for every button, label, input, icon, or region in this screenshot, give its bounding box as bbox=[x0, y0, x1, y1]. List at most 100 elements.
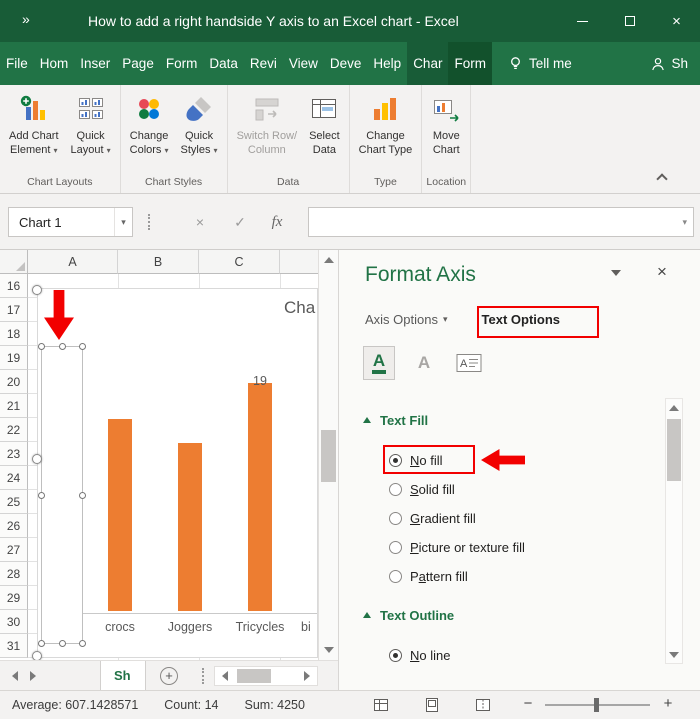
ribbon-button-select-data[interactable]: Select Data bbox=[303, 87, 346, 174]
pane-scroll-down-button[interactable] bbox=[666, 646, 682, 663]
row-header-27[interactable]: 27 bbox=[0, 538, 28, 562]
pane-options-chevron-icon[interactable] bbox=[611, 270, 621, 294]
ribbon-button-switch-row-column[interactable]: Switch Row/Column bbox=[231, 87, 304, 174]
name-box-dropdown-icon[interactable]: ▾ bbox=[114, 208, 132, 236]
minimize-button[interactable] bbox=[559, 0, 606, 42]
pane-close-button[interactable]: × bbox=[657, 262, 667, 282]
radio-gradient-fill[interactable]: Gradient fill bbox=[363, 504, 663, 533]
active-sheet-tab[interactable]: Sh bbox=[100, 661, 146, 690]
ribbon-tab-help[interactable]: Help bbox=[367, 42, 407, 85]
scroll-right-button[interactable] bbox=[297, 667, 317, 685]
scroll-left-button[interactable] bbox=[215, 667, 235, 685]
share-button[interactable]: Sh bbox=[645, 42, 694, 85]
textbox-icon-tab[interactable]: A bbox=[453, 346, 485, 380]
ribbon: Add Chart Element ▾ Quick Layout ▾ Chart Lay… bbox=[0, 85, 700, 194]
ribbon-tab-view[interactable]: View bbox=[283, 42, 324, 85]
row-header-24[interactable]: 24 bbox=[0, 466, 28, 490]
scroll-up-button[interactable] bbox=[319, 250, 338, 270]
tab-axis-options[interactable]: Axis Options ▾ bbox=[365, 312, 448, 327]
ribbon-tab-page[interactable]: Page bbox=[116, 42, 160, 85]
section-header-text-fill[interactable]: Text Fill bbox=[363, 408, 663, 432]
ribbon-tab-data[interactable]: Data bbox=[203, 42, 244, 85]
radio-solid-fill[interactable]: Solid fill bbox=[363, 475, 663, 504]
column-header-b[interactable]: B bbox=[118, 250, 199, 274]
close-button[interactable]: × bbox=[653, 0, 700, 42]
horizontal-scrollbar-thumb[interactable] bbox=[237, 669, 271, 683]
ribbon-button-change-chart-type[interactable]: Change Chart Type bbox=[353, 87, 419, 174]
category-label-tricycles: Tricycles bbox=[235, 620, 285, 634]
row-header-26[interactable]: 26 bbox=[0, 514, 28, 538]
ribbon-button-move-chart[interactable]: Move Chart bbox=[425, 87, 467, 174]
pane-scrollbar[interactable] bbox=[665, 398, 683, 664]
enter-button[interactable]: ✓ bbox=[225, 207, 255, 237]
formula-input[interactable]: ▾ bbox=[308, 207, 694, 237]
column-header-c[interactable]: C bbox=[199, 250, 280, 274]
maximize-button[interactable] bbox=[606, 0, 653, 42]
ribbon-tab-file[interactable]: File bbox=[0, 42, 34, 85]
ribbon-tab-revi[interactable]: Revi bbox=[244, 42, 283, 85]
name-box[interactable]: Chart 1 ▾ bbox=[8, 207, 133, 237]
sheet-nav-right-icon[interactable] bbox=[30, 671, 36, 681]
row-header-28[interactable]: 28 bbox=[0, 562, 28, 586]
radio-picture-or-texture-fill[interactable]: Picture or texture fill bbox=[363, 533, 663, 562]
row-header-18[interactable]: 18 bbox=[0, 322, 28, 346]
embedded-chart[interactable]: Cha 19 crocs Joggers Tricycles bi bbox=[37, 288, 318, 658]
row-header-16[interactable]: 16 bbox=[0, 274, 28, 298]
horizontal-scrollbar[interactable] bbox=[214, 666, 318, 686]
scroll-down-button[interactable] bbox=[319, 640, 338, 660]
ribbon-tab-form[interactable]: Form bbox=[448, 42, 492, 85]
ribbon-tab-deve[interactable]: Deve bbox=[324, 42, 368, 85]
row-header-22[interactable]: 22 bbox=[0, 418, 28, 442]
ribbon-button-quick-layout[interactable]: Quick Layout ▾ bbox=[65, 87, 117, 174]
radio-label: Picture or texture fill bbox=[410, 540, 525, 555]
zoom-in-button[interactable]: + bbox=[658, 695, 678, 712]
vertical-scrollbar[interactable] bbox=[318, 250, 338, 660]
ribbon-tab-inser[interactable]: Inser bbox=[74, 42, 116, 85]
row-header-23[interactable]: 23 bbox=[0, 442, 28, 466]
row-header-21[interactable]: 21 bbox=[0, 394, 28, 418]
normal-view-button[interactable] bbox=[372, 696, 389, 713]
ribbon-tab-form[interactable]: Form bbox=[160, 42, 204, 85]
ribbon-button-add-chart-element[interactable]: Add Chart Element ▾ bbox=[3, 87, 65, 174]
section-header-text-outline[interactable]: Text Outline bbox=[363, 603, 663, 627]
chart-selection-handle[interactable] bbox=[32, 454, 42, 464]
vertical-scrollbar-thumb[interactable] bbox=[321, 430, 336, 482]
radio-icon bbox=[389, 649, 402, 662]
quick-access-toolbar-chevron-icon[interactable]: » bbox=[22, 11, 30, 27]
sheet-nav-left-icon[interactable] bbox=[12, 671, 18, 681]
text-fill-outline-icon-tab[interactable]: A bbox=[363, 346, 395, 380]
row-header-19[interactable]: 19 bbox=[0, 346, 28, 370]
page-break-view-button[interactable] bbox=[474, 696, 491, 713]
ribbon-tab-char[interactable]: Char bbox=[407, 42, 449, 85]
pane-scroll-up-button[interactable] bbox=[666, 399, 682, 416]
cancel-button[interactable]: × bbox=[185, 207, 215, 237]
new-sheet-button[interactable]: + bbox=[160, 667, 178, 685]
row-header-31[interactable]: 31 bbox=[0, 634, 28, 658]
row-header-29[interactable]: 29 bbox=[0, 586, 28, 610]
tab-strip-splitter[interactable] bbox=[202, 668, 204, 684]
annotation-box-no-fill bbox=[383, 445, 475, 474]
worksheet: ABC 16 17 18 19 20 21 22 23 24 25 26 27 28 29 30 31 Cha… bbox=[0, 250, 338, 661]
formula-bar-expand-icon[interactable]: ▾ bbox=[682, 217, 687, 228]
pane-scrollbar-thumb[interactable] bbox=[667, 419, 681, 481]
radio-no-line[interactable]: No line bbox=[363, 641, 663, 670]
formula-bar-splitter[interactable] bbox=[148, 214, 150, 230]
zoom-out-button[interactable]: − bbox=[518, 695, 538, 712]
ribbon-button-quick-styles[interactable]: Quick Styles ▾ bbox=[175, 87, 224, 174]
radio-pattern-fill[interactable]: Pattern fill bbox=[363, 562, 663, 591]
row-header-17[interactable]: 17 bbox=[0, 298, 28, 322]
text-effects-icon-tab[interactable]: A bbox=[408, 346, 440, 380]
row-header-30[interactable]: 30 bbox=[0, 610, 28, 634]
row-header-20[interactable]: 20 bbox=[0, 370, 28, 394]
select-all-corner[interactable] bbox=[0, 250, 28, 274]
zoom-slider-thumb[interactable] bbox=[594, 698, 599, 712]
chart-selection-handle[interactable] bbox=[32, 285, 42, 295]
tell-me-box[interactable]: Tell me bbox=[502, 42, 578, 85]
row-header-25[interactable]: 25 bbox=[0, 490, 28, 514]
column-header-a[interactable]: A bbox=[28, 250, 118, 274]
down-arrow-icon bbox=[669, 651, 679, 658]
ribbon-tab-hom[interactable]: Hom bbox=[34, 42, 75, 85]
ribbon-button-change-colors[interactable]: Change Colors ▾ bbox=[124, 87, 175, 174]
page-layout-view-button[interactable] bbox=[423, 696, 440, 713]
insert-function-button[interactable]: fx bbox=[262, 207, 292, 237]
